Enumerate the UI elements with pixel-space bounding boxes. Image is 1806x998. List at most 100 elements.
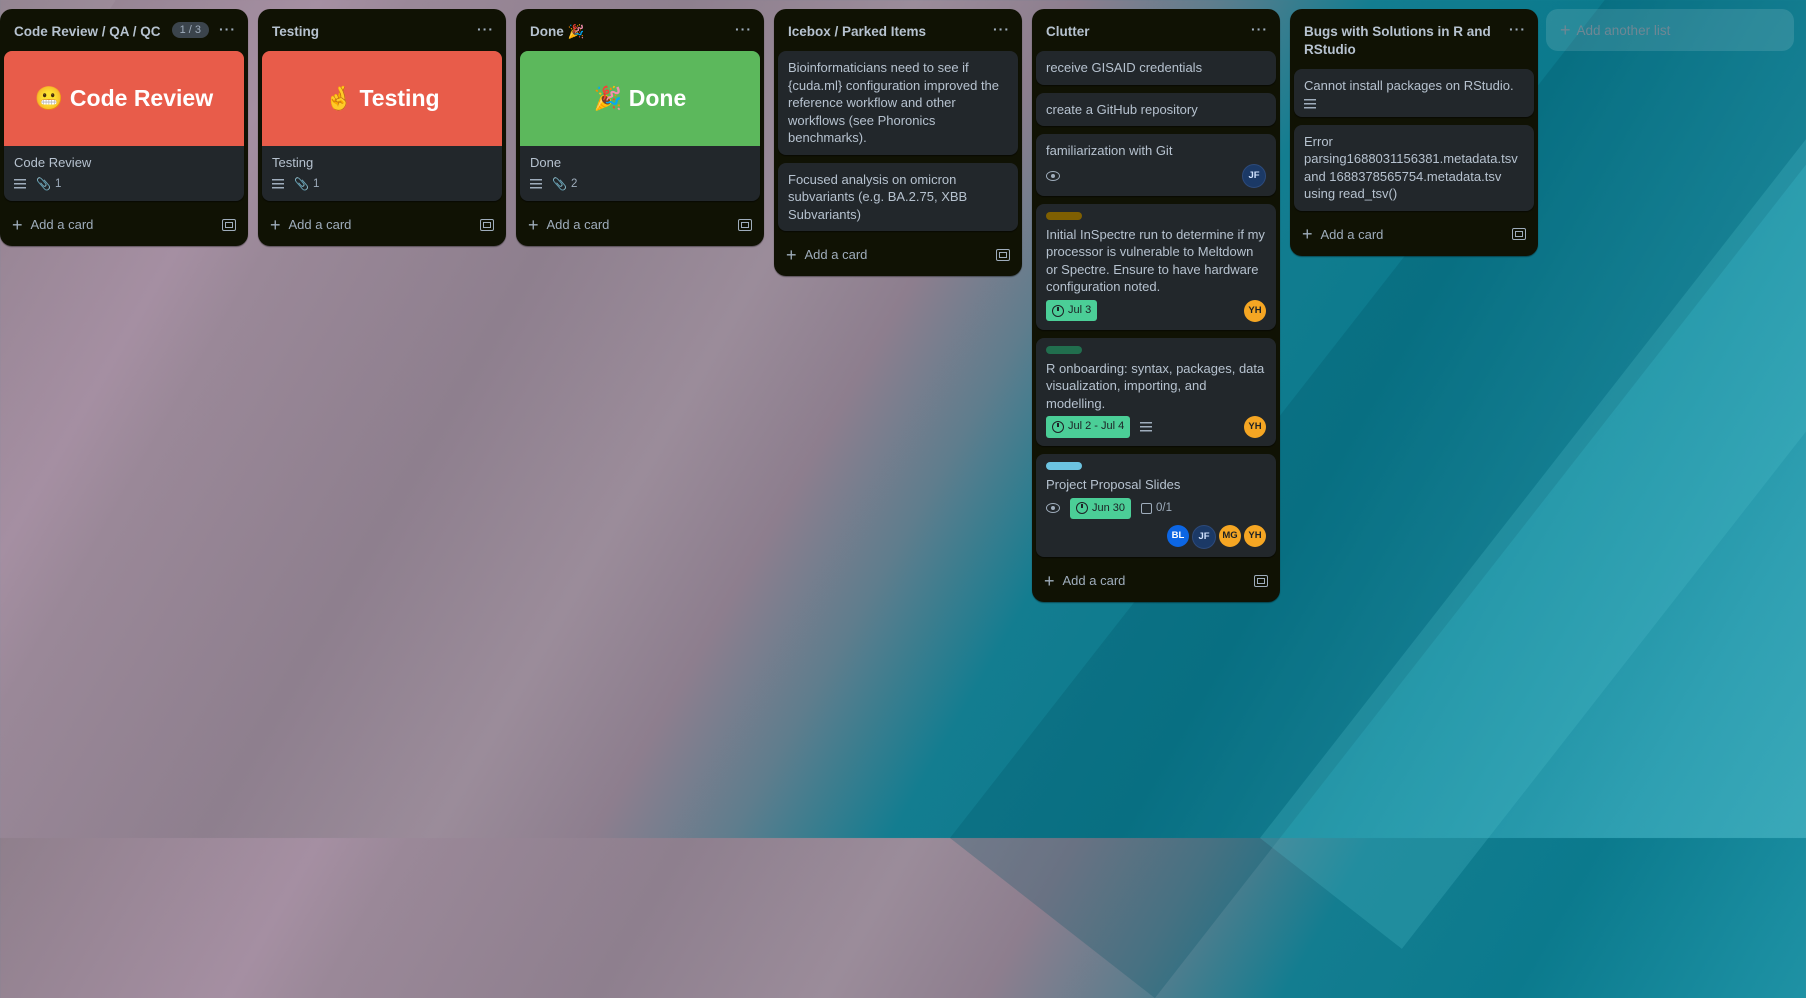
due-date-text: Jul 3	[1068, 303, 1092, 316]
description-icon	[1140, 422, 1153, 432]
description-icon	[530, 179, 542, 190]
add-card-button[interactable]: + Add a card	[1290, 219, 1538, 256]
due-date-text: Jul 2 - Jul 4	[1068, 420, 1125, 433]
description-icon	[14, 179, 26, 190]
list-menu-icon[interactable]: ···	[219, 22, 236, 36]
attachment-icon: 📎	[294, 176, 309, 191]
add-list-button[interactable]: + Add another list	[1546, 9, 1794, 51]
due-date-badge[interactable]: Jul 2 - Jul 4	[1046, 416, 1131, 438]
list-done: Done 🎉 ··· 🎉 Done Done 📎 2 + Add a card	[516, 9, 764, 246]
card-install-packages[interactable]: Cannot install packages on RStudio.	[1294, 69, 1534, 117]
plus-icon: +	[270, 214, 281, 235]
description-icon	[1304, 98, 1316, 109]
list-title[interactable]: Testing	[272, 23, 477, 41]
add-list-label: Add another list	[1576, 22, 1671, 38]
avatar[interactable]: YH	[1244, 416, 1266, 438]
list-title[interactable]: Clutter	[1046, 23, 1251, 41]
card-cover: 😬 Code Review	[4, 51, 244, 146]
watch-icon	[1046, 170, 1060, 181]
card-title: Bioinformaticians need to see if {cuda.m…	[788, 60, 1000, 145]
card-label[interactable]	[1046, 345, 1082, 354]
list-title[interactable]: Code Review / QA / QC	[14, 23, 172, 41]
list-menu-icon[interactable]: ···	[735, 22, 752, 36]
card-cuda-ml[interactable]: Bioinformaticians need to see if {cuda.m…	[778, 51, 1018, 155]
card-label[interactable]	[1046, 211, 1082, 220]
add-card-button[interactable]: + Add a card	[0, 209, 248, 246]
avatar[interactable]: JF	[1192, 525, 1216, 549]
clock-icon	[1052, 421, 1064, 433]
avatar[interactable]: JF	[1242, 163, 1266, 188]
card-proposal-slides[interactable]: Project Proposal Slides Jun 30 0/1 BL JF…	[1036, 454, 1276, 557]
plus-icon: +	[1044, 570, 1055, 591]
avatar[interactable]: YH	[1244, 525, 1266, 547]
list-code-review: Code Review / QA / QC 1 / 3 ··· 😬 Code R…	[0, 9, 248, 246]
card-github[interactable]: create a GitHub repository	[1036, 92, 1276, 126]
plus-icon: +	[12, 214, 23, 235]
plus-icon: +	[1302, 224, 1313, 244]
card-template-icon[interactable]	[480, 218, 494, 231]
attachment-count: 1	[54, 177, 62, 190]
add-card-label: Add a card	[1320, 226, 1384, 242]
attachment-icon: 📎	[36, 176, 51, 191]
add-card-button[interactable]: + Add a card	[516, 209, 764, 246]
add-card-label: Add a card	[288, 217, 352, 232]
card-done[interactable]: 🎉 Done Done 📎 2	[520, 51, 760, 201]
card-cover: 🤞 Testing	[262, 51, 502, 146]
card-title: Focused analysis on omicron subvariants …	[788, 171, 968, 222]
card-template-icon[interactable]	[996, 248, 1010, 261]
add-card-button[interactable]: + Add a card	[774, 239, 1022, 276]
card-title: Error parsing1688031156381.metadata.tsv …	[1304, 133, 1518, 202]
card-title: Cannot install packages on RStudio.	[1304, 78, 1514, 93]
card-label[interactable]	[1046, 462, 1082, 470]
attachment-count: 2	[570, 177, 578, 190]
due-date-badge[interactable]: Jun 30	[1070, 497, 1132, 519]
card-testing[interactable]: 🤞 Testing Testing 📎 1	[262, 51, 502, 201]
list-menu-icon[interactable]: ···	[1251, 22, 1268, 36]
card-cover: 🎉 Done	[520, 51, 760, 146]
list-title[interactable]: Icebox / Parked Items	[788, 23, 993, 41]
card-title: Code Review	[14, 155, 92, 170]
add-card-label: Add a card	[546, 217, 610, 232]
list-title[interactable]: Bugs with Solutions in R and RStudio	[1304, 23, 1509, 59]
card-template-icon[interactable]	[222, 218, 236, 231]
card-title: Initial InSpectre run to determine if my…	[1046, 226, 1265, 295]
card-inspectre[interactable]: Initial InSpectre run to determine if my…	[1036, 203, 1276, 330]
list-icebox: Icebox / Parked Items ··· Bioinformatici…	[774, 9, 1022, 276]
attachment-icon: 📎	[552, 176, 567, 191]
attachment-count: 1	[312, 177, 320, 190]
card-code-review[interactable]: 😬 Code Review Code Review 📎 1	[4, 51, 244, 201]
list-card-count: 1 / 3	[171, 22, 209, 38]
card-omicron[interactable]: Focused analysis on omicron subvariants …	[778, 162, 1018, 231]
plus-icon: +	[528, 214, 539, 235]
due-date-badge[interactable]: Jul 3	[1046, 299, 1098, 322]
list-menu-icon[interactable]: ···	[993, 22, 1010, 36]
card-title: familiarization with Git	[1046, 143, 1173, 158]
card-title: receive GISAID credentials	[1046, 60, 1203, 75]
card-template-icon[interactable]	[738, 218, 752, 231]
card-title: R onboarding: syntax, packages, data vis…	[1046, 360, 1265, 411]
plus-icon: +	[786, 244, 797, 265]
add-card-label: Add a card	[30, 217, 94, 232]
card-r-onboarding[interactable]: R onboarding: syntax, packages, data vis…	[1036, 337, 1276, 446]
watch-icon	[1046, 503, 1060, 514]
card-title: Project Proposal Slides	[1046, 477, 1181, 492]
avatar[interactable]: BL	[1167, 525, 1189, 547]
card-template-icon[interactable]	[1512, 228, 1526, 240]
due-date-text: Jun 30	[1092, 501, 1126, 514]
card-gisaid[interactable]: receive GISAID credentials	[1036, 51, 1276, 85]
card-title: create a GitHub repository	[1046, 101, 1198, 117]
avatar[interactable]: YH	[1244, 299, 1266, 322]
clock-icon	[1076, 502, 1088, 515]
add-card-button[interactable]: + Add a card	[258, 209, 506, 246]
plus-icon: +	[1560, 19, 1571, 40]
card-parsing-error[interactable]: Error parsing1688031156381.metadata.tsv …	[1294, 124, 1534, 211]
checklist-icon	[1141, 502, 1153, 514]
avatar[interactable]: MG	[1219, 525, 1241, 547]
card-git[interactable]: familiarization with Git JF	[1036, 134, 1276, 196]
list-menu-icon[interactable]: ···	[477, 22, 494, 36]
list-title[interactable]: Done 🎉	[530, 23, 735, 41]
card-template-icon[interactable]	[1254, 574, 1268, 587]
card-title: Testing	[272, 155, 314, 170]
list-menu-icon[interactable]: ···	[1509, 22, 1526, 36]
add-card-button[interactable]: + Add a card	[1032, 565, 1280, 602]
